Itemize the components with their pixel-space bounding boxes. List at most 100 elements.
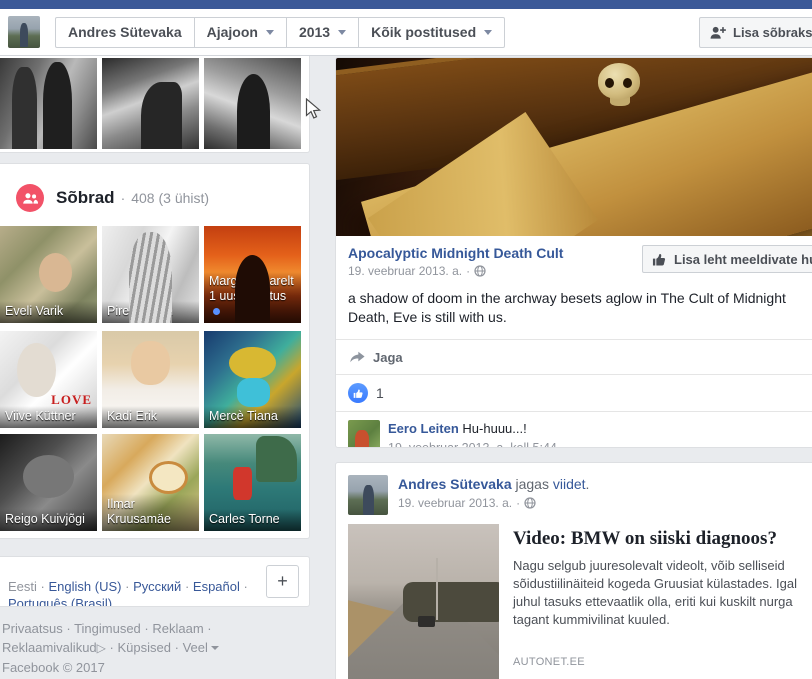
post-photo-skull-coffins[interactable] bbox=[336, 58, 812, 236]
sep-dot: · bbox=[120, 190, 126, 206]
language-link[interactable]: Español bbox=[193, 579, 240, 594]
photo-thumbnail[interactable] bbox=[0, 58, 97, 149]
chevron-down-icon bbox=[265, 30, 274, 35]
share-label: Jaga bbox=[373, 349, 403, 365]
link-title[interactable]: Video: BMW on siiski diagnoos? bbox=[513, 527, 812, 550]
friend-tile[interactable]: Mercè Tiana bbox=[204, 331, 301, 428]
friend-name: Eveli Varik bbox=[5, 304, 64, 318]
post-byline: Andres Sütevaka jagas viidet. bbox=[398, 475, 589, 494]
footer-link-more[interactable]: Veel bbox=[183, 640, 208, 655]
comment-timestamp: 19. veebruar 2013. a. kell 5:44 bbox=[388, 441, 557, 448]
language-list: Eesti · English (US) · Русский · Español… bbox=[8, 578, 256, 606]
share-action[interactable]: Jaga bbox=[336, 339, 812, 374]
add-friend-button[interactable]: Lisa sõbraks bbox=[699, 17, 812, 48]
skull-shape bbox=[598, 63, 640, 99]
posts-filter-label: Kõik postitused bbox=[371, 24, 477, 40]
footer-link-ads[interactable]: Reklaam bbox=[152, 621, 203, 636]
like-page-label: Lisa leht meeldivate hulka bbox=[674, 251, 812, 267]
friend-tile[interactable]: Ilmar Kruusamäe bbox=[102, 434, 199, 531]
timeline-tab-dropdown[interactable]: Ajajoon bbox=[194, 17, 287, 48]
page-name-link[interactable]: Apocalyptic Midnight Death Cult bbox=[348, 245, 563, 262]
photos-card bbox=[0, 50, 310, 153]
friend-tile[interactable]: Piret Kerem bbox=[102, 226, 199, 323]
profile-name-segment[interactable]: Andres Sütevaka bbox=[55, 17, 195, 48]
year-filter-label: 2013 bbox=[298, 24, 331, 40]
chevron-down-icon bbox=[210, 646, 219, 650]
sep-dot: · bbox=[66, 621, 71, 636]
byline-period: . bbox=[585, 476, 590, 492]
friend-name: Kadi Erik bbox=[107, 409, 158, 423]
sep-dot: · bbox=[174, 640, 179, 655]
friend-tile[interactable]: Kadi Erik bbox=[102, 331, 199, 428]
friends-count: 408 (3 ühist) bbox=[131, 190, 210, 206]
author-name-link[interactable]: Andres Sütevaka bbox=[398, 476, 512, 492]
commenter-avatar[interactable] bbox=[348, 420, 380, 447]
share-icon bbox=[350, 351, 365, 363]
sep-dot: · bbox=[144, 621, 149, 636]
friend-tile[interactable]: Reigo Kuivjõgi bbox=[0, 434, 97, 531]
post-timestamp-link[interactable]: 19. veebruar 2013. a. bbox=[398, 496, 512, 510]
adchoices-icon: ▷ bbox=[96, 641, 106, 655]
like-page-button[interactable]: Lisa leht meeldivate hulka bbox=[642, 245, 812, 273]
facebook-top-nav-bar bbox=[0, 0, 812, 9]
sep-dot: · bbox=[516, 496, 521, 510]
profile-avatar[interactable] bbox=[8, 16, 40, 48]
footer-link-adchoices[interactable]: Reklaamivalikud bbox=[2, 640, 97, 655]
video-thumbnail[interactable] bbox=[348, 524, 499, 679]
author-avatar[interactable] bbox=[348, 475, 388, 515]
friend-tile[interactable]: Margus Saarelt 1 uus postitus bbox=[204, 226, 301, 323]
language-link[interactable]: English (US) bbox=[49, 579, 122, 594]
sep-dot: · bbox=[125, 579, 130, 594]
friend-name: Margus Saarelt bbox=[209, 274, 294, 288]
friend-name: Piret Kerem bbox=[107, 304, 173, 318]
friends-card: Sõbrad · 408 (3 ühist) Eveli Varik Piret… bbox=[0, 163, 310, 539]
language-current: Eesti bbox=[8, 579, 37, 594]
year-filter-dropdown[interactable]: 2013 bbox=[286, 17, 360, 48]
like-badge-icon bbox=[348, 383, 368, 403]
globe-privacy-icon bbox=[474, 265, 486, 277]
language-selector-card: Eesti · English (US) · Русский · Español… bbox=[0, 556, 310, 607]
friend-name: Ilmar Kruusamäe bbox=[107, 497, 171, 526]
add-friend-label: Lisa sõbraks bbox=[733, 25, 812, 40]
shared-link-card[interactable]: Video: BMW on siiski diagnoos? Nagu selg… bbox=[336, 524, 812, 679]
comment-text: Hu-huuu...! bbox=[462, 421, 527, 436]
shared-object-link[interactable]: viidet bbox=[553, 476, 586, 492]
like-count-row[interactable]: 1 bbox=[336, 374, 812, 411]
photo-thumbnail[interactable] bbox=[102, 58, 199, 149]
footer-link-cookies[interactable]: Küpsised bbox=[117, 640, 170, 655]
sep-dot: · bbox=[40, 579, 45, 594]
language-link[interactable]: Português (Brasil) bbox=[8, 596, 112, 606]
posts-filter-dropdown[interactable]: Kõik postitused bbox=[359, 17, 506, 48]
friend-tile[interactable]: Carles Torne bbox=[204, 434, 301, 531]
timeline-filter-group: Andres Sütevaka Ajajoon 2013 Kõik postit… bbox=[55, 17, 506, 48]
footer-links: Privaatsus · Tingimused · Reklaam · Rekl… bbox=[2, 619, 304, 658]
byline-action: jagas bbox=[515, 476, 549, 492]
friend-name: Carles Torne bbox=[209, 512, 280, 526]
friends-icon bbox=[16, 184, 44, 212]
post-card: Andres Sütevaka jagas viidet. 19. veebru… bbox=[335, 462, 812, 679]
friends-card-header: Sõbrad · 408 (3 ühist) bbox=[16, 184, 209, 212]
post-meta: 19. veebruar 2013. a. · bbox=[348, 264, 563, 278]
add-language-button[interactable]: + bbox=[266, 565, 299, 598]
language-link[interactable]: Русский bbox=[133, 579, 181, 594]
page-footer: Privaatsus · Tingimused · Reklaam · Rekl… bbox=[2, 619, 304, 677]
friend-tile[interactable]: LOVE Viive Küttner bbox=[0, 331, 97, 428]
commenter-name-link[interactable]: Eero Leiten bbox=[388, 421, 459, 436]
timeline-sticky-header: Andres Sütevaka Ajajoon 2013 Kõik postit… bbox=[0, 9, 812, 56]
footer-link-privacy[interactable]: Privaatsus bbox=[2, 621, 63, 636]
friend-name: Reigo Kuivjõgi bbox=[5, 512, 85, 526]
thumbs-up-icon bbox=[652, 253, 666, 265]
friend-new-post-badge: 1 uus postitus bbox=[209, 289, 287, 303]
profile-name-label: Andres Sütevaka bbox=[68, 24, 182, 40]
timeline-tab-label: Ajajoon bbox=[206, 24, 258, 40]
chevron-down-icon bbox=[484, 30, 493, 35]
post-card: Apocalyptic Midnight Death Cult 19. veeb… bbox=[335, 57, 812, 448]
friend-tile[interactable]: Eveli Varik bbox=[0, 226, 97, 323]
post-timestamp-link[interactable]: 19. veebruar 2013. a. bbox=[348, 264, 462, 278]
like-count: 1 bbox=[376, 385, 384, 401]
photo-thumbnail[interactable] bbox=[204, 58, 301, 149]
footer-copyright: Facebook © 2017 bbox=[2, 660, 105, 675]
add-friend-icon bbox=[710, 26, 726, 39]
footer-link-terms[interactable]: Tingimused bbox=[74, 621, 141, 636]
friends-section-title[interactable]: Sõbrad bbox=[56, 188, 115, 208]
